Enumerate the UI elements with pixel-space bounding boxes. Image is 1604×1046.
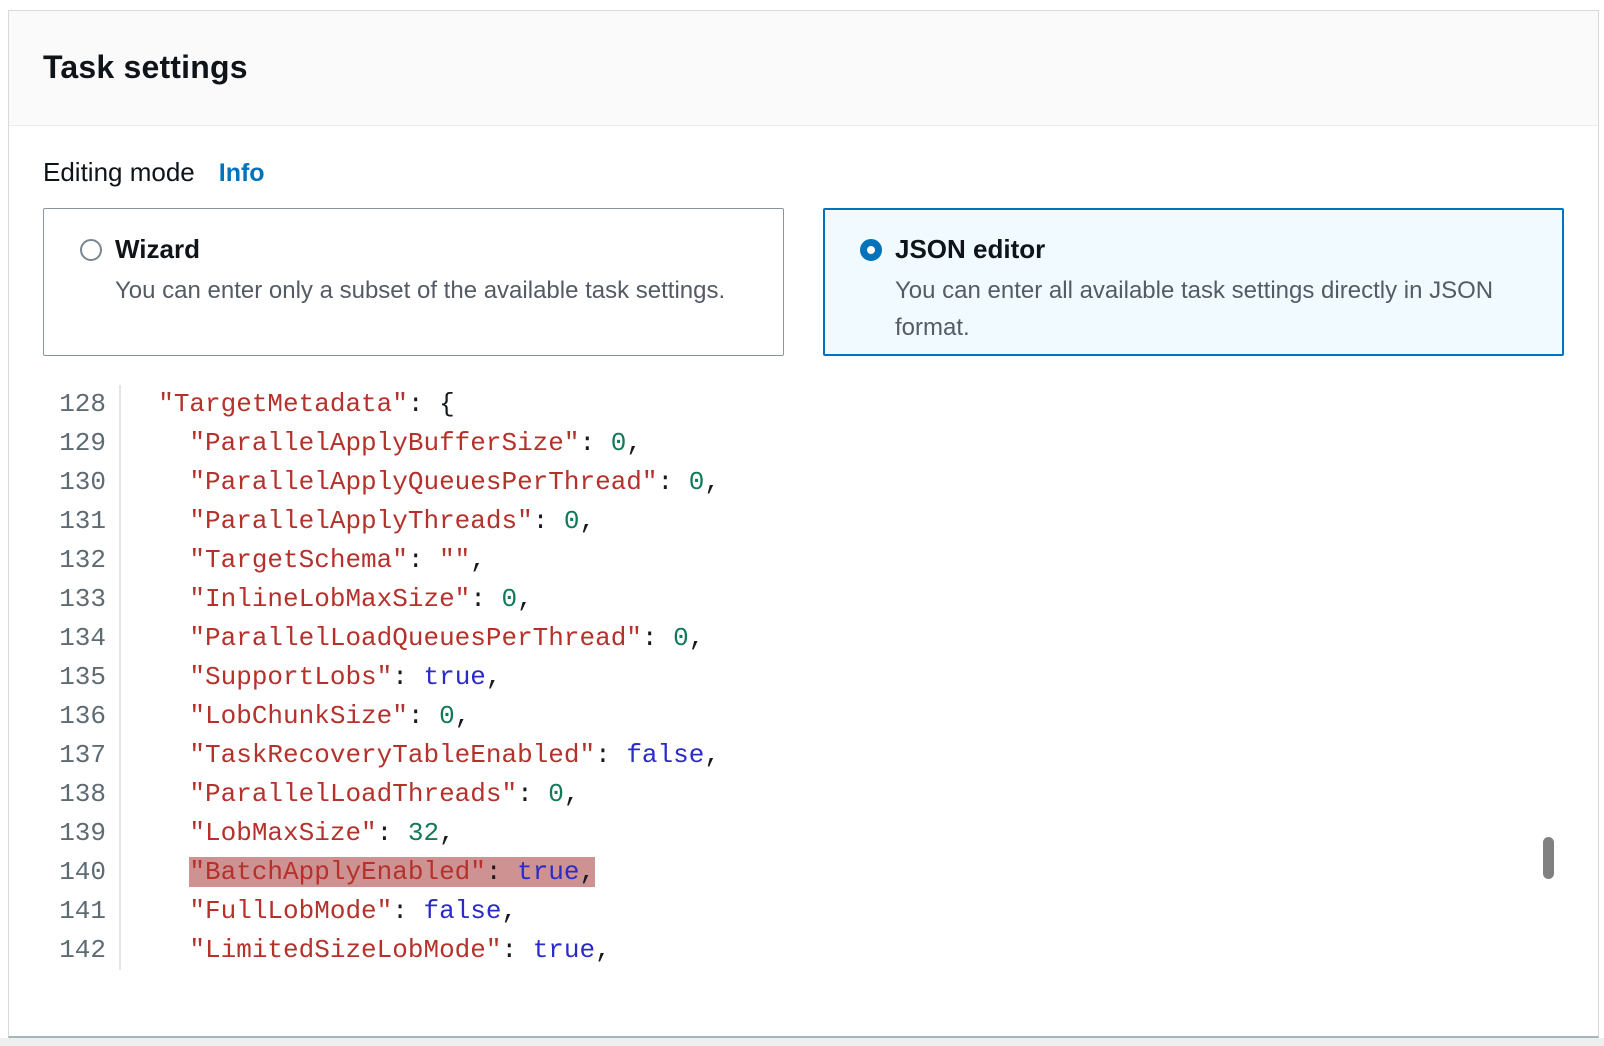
code-line-text: "LobChunkSize": 0,: [121, 697, 470, 736]
line-number: 139: [9, 814, 121, 853]
code-line: 131 "ParallelApplyThreads": 0,: [9, 502, 1529, 541]
code-line: 129 "ParallelApplyBufferSize": 0,: [9, 424, 1529, 463]
code-line-text: "TargetSchema": "",: [121, 541, 486, 580]
tile-wizard[interactable]: Wizard You can enter only a subset of th…: [43, 208, 784, 356]
radio-button-wizard[interactable]: [80, 239, 102, 261]
editing-mode-label: Editing mode: [43, 157, 195, 188]
editing-mode-row: Editing mode Info: [43, 157, 265, 188]
line-number: 140: [9, 853, 121, 892]
line-number: 128: [9, 385, 121, 424]
code-line-text: "LimitedSizeLobMode": true,: [121, 931, 611, 970]
code-line: 141 "FullLobMode": false,: [9, 892, 1529, 931]
code-line: 132 "TargetSchema": "",: [9, 541, 1529, 580]
code-line-text: "ParallelApplyQueuesPerThread": 0,: [121, 463, 720, 502]
tile-json-editor-description: You can enter all available task setting…: [895, 272, 1545, 346]
code-line-text: "LobMaxSize": 32,: [121, 814, 455, 853]
code-line-text: "TaskRecoveryTableEnabled": false,: [121, 736, 720, 775]
line-number: 135: [9, 658, 121, 697]
info-link[interactable]: Info: [219, 159, 265, 188]
panel-header: Task settings: [9, 11, 1598, 126]
task-settings-panel: Task settings Editing mode Info Wizard Y…: [8, 10, 1599, 1038]
page-background-strip: [0, 1038, 1604, 1046]
line-number: 129: [9, 424, 121, 463]
code-line-text: "ParallelLoadQueuesPerThread": 0,: [121, 619, 704, 658]
line-number: 136: [9, 697, 121, 736]
line-number: 133: [9, 580, 121, 619]
tile-wizard-label: Wizard: [115, 234, 200, 265]
line-number: 141: [9, 892, 121, 931]
tile-wizard-head: Wizard: [80, 234, 765, 265]
code-line: 130 "ParallelApplyQueuesPerThread": 0,: [9, 463, 1529, 502]
line-number: 131: [9, 502, 121, 541]
code-line: 128 "TargetMetadata": {: [9, 385, 1529, 424]
tile-json-editor-label: JSON editor: [895, 234, 1045, 265]
code-line-text: "ParallelLoadThreads": 0,: [121, 775, 580, 814]
code-line-text: "SupportLobs": true,: [121, 658, 502, 697]
code-line-text: "InlineLobMaxSize": 0,: [121, 580, 533, 619]
tile-json-editor-head: JSON editor: [860, 234, 1545, 265]
code-line: 139 "LobMaxSize": 32,: [9, 814, 1529, 853]
code-line: 140 "BatchApplyEnabled": true,: [9, 853, 1529, 892]
code-line: 136 "LobChunkSize": 0,: [9, 697, 1529, 736]
line-number: 130: [9, 463, 121, 502]
tile-wizard-description: You can enter only a subset of the avail…: [115, 272, 765, 309]
json-code-editor[interactable]: 128 "TargetMetadata": {129 "ParallelAppl…: [9, 385, 1529, 970]
code-line: 135 "SupportLobs": true,: [9, 658, 1529, 697]
line-number: 137: [9, 736, 121, 775]
highlighted-token: "BatchApplyEnabled": true,: [189, 857, 595, 887]
editing-mode-tiles: Wizard You can enter only a subset of th…: [43, 208, 1564, 356]
tile-json-editor[interactable]: JSON editor You can enter all available …: [823, 208, 1564, 356]
code-line: 133 "InlineLobMaxSize": 0,: [9, 580, 1529, 619]
code-line-text: "ParallelApplyThreads": 0,: [121, 502, 595, 541]
code-line-text: "TargetMetadata": {: [121, 385, 455, 424]
line-number: 134: [9, 619, 121, 658]
line-number: 138: [9, 775, 121, 814]
code-line-text: "FullLobMode": false,: [121, 892, 517, 931]
code-line: 138 "ParallelLoadThreads": 0,: [9, 775, 1529, 814]
code-line-text: "BatchApplyEnabled": true,: [121, 853, 595, 892]
line-number: 142: [9, 931, 121, 970]
code-line: 134 "ParallelLoadQueuesPerThread": 0,: [9, 619, 1529, 658]
radio-button-json-editor[interactable]: [860, 239, 882, 261]
code-line: 142 "LimitedSizeLobMode": true,: [9, 931, 1529, 970]
code-line: 137 "TaskRecoveryTableEnabled": false,: [9, 736, 1529, 775]
line-number: 132: [9, 541, 121, 580]
panel-title: Task settings: [43, 49, 1564, 85]
code-line-text: "ParallelApplyBufferSize": 0,: [121, 424, 642, 463]
scrollbar-thumb[interactable]: [1543, 837, 1554, 879]
